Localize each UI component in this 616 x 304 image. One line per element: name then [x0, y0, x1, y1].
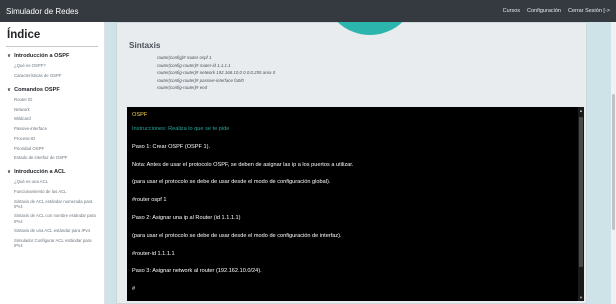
sidebar-item-simulador-acl[interactable]: Simulador Configurar ACL estándar para I…	[14, 236, 98, 251]
console-prompt[interactable]: #	[132, 281, 584, 299]
console-line: (para usar el protocolo se debe de usar …	[132, 179, 331, 186]
lesson-panel: Sintaxis router(config)# router ospf 1 r…	[116, 22, 587, 304]
console-line: #router-id 1.1.1.1	[132, 250, 175, 257]
console-line: Paso 1: Crear OSPF (OSPF 1).	[132, 143, 211, 150]
sidebar-item-estado-interfaz[interactable]: Estado de interfaz de OSPF	[14, 153, 98, 163]
app-title[interactable]: Simulador de Redes	[0, 7, 503, 16]
nav-cerrar-sesion[interactable]: Cerrar Sesión [->	[568, 8, 610, 14]
sidebar-item-passive-interface[interactable]: Passive-interface	[14, 124, 98, 134]
console-scrollbar[interactable]	[578, 107, 584, 301]
sidebar-item-process-id[interactable]: Process-ID	[14, 134, 98, 144]
code-line: router(config-router)# router-id 1.1.1.1	[157, 62, 231, 68]
scroll-down-arrow-icon[interactable]: ▼	[579, 295, 583, 300]
sidebar-item-router-id[interactable]: Router ID	[14, 95, 98, 105]
console-line: (para usar el protocolo se debe de usar …	[132, 232, 342, 239]
chevron-down-icon: ∨	[7, 53, 12, 59]
console-line: Paso 3: Asignar network al router (192.1…	[132, 268, 262, 275]
sintaxis-heading: Sintaxis	[129, 41, 161, 50]
sidebar-item-que-es-acl[interactable]: ¿Qué es una ACL	[14, 177, 98, 187]
top-navbar: Simulador de Redes Cursos Configuración …	[0, 0, 616, 22]
code-line: router(config)# router ospf 1	[157, 55, 212, 60]
sidebar-item-sintaxis-acl-nombre[interactable]: Sintaxis de ACL con nombre estándar para…	[14, 211, 98, 226]
console-line: Paso 2: Asignar una ip al Router (id 1.1…	[132, 214, 241, 221]
code-line: router(config-router)# end	[157, 85, 208, 91]
section-label: Introducción a ACL	[14, 168, 66, 175]
index-sidebar: Índice ∨ Introducción a OSPF ¿Qué es OSP…	[0, 22, 105, 304]
sidebar-title: Índice	[7, 29, 41, 41]
code-line: router(config-router)# passive-interface…	[157, 77, 244, 83]
main-content: Sintaxis router(config)# router ospf 1 r…	[105, 22, 616, 304]
top-nav-links: Cursos Configuración Cerrar Sesión [->	[503, 8, 616, 14]
section-intro-ospf[interactable]: ∨ Introducción a OSPF	[7, 53, 104, 59]
section-intro-acl[interactable]: ∨ Introducción a ACL	[7, 169, 104, 175]
console-line: #router ospf 1	[132, 197, 167, 204]
console-header: OSPF	[132, 112, 148, 118]
console-instructions: Instrucciones: Realiza lo que se te pide	[132, 126, 230, 132]
page-scrollbar-thumb[interactable]	[612, 94, 615, 230]
console-line: Nota: Antes de usar el protocolo OSPF, s…	[132, 161, 354, 168]
header-illustration	[323, 22, 417, 35]
sidebar-item-prioridad-ospf[interactable]: Prioridad OSPF	[14, 143, 98, 153]
code-line: router(config-router)# network 192.168.1…	[157, 70, 276, 76]
sidebar-item-que-es-ospf[interactable]: ¿Qué es OSPF?	[14, 61, 98, 71]
section-label: Introducción a OSPF	[14, 53, 70, 59]
sidebar-item-wildcard[interactable]: Wildcard	[14, 114, 98, 124]
nav-configuracion[interactable]: Configuración	[527, 8, 561, 14]
nav-cursos[interactable]: Cursos	[503, 8, 520, 14]
sidebar-item-caracteristicas-ospf[interactable]: Características de OSPF	[14, 71, 98, 81]
sidebar-divider	[6, 46, 98, 47]
syntax-code-block: router(config)# router ospf 1 router(con…	[157, 54, 275, 92]
section-comandos-ospf[interactable]: ∨ Comandos OSPF	[7, 87, 104, 93]
section-label: Comandos OSPF	[14, 86, 60, 93]
scroll-up-arrow-icon[interactable]: ▲	[579, 108, 583, 113]
terminal-console[interactable]: OSPF Instrucciones: Realiza lo que se te…	[127, 107, 584, 301]
sidebar-item-network[interactable]: Network	[14, 104, 98, 114]
sidebar-item-sintaxis-acl-estandar[interactable]: Sintaxis de una ACL estándar para IPv4	[14, 226, 98, 236]
page-scrollbar[interactable]	[611, 22, 616, 304]
console-scrollbar-thumb[interactable]	[579, 117, 583, 267]
sidebar-item-sintaxis-acl-numerada[interactable]: Sintaxis de ACL estándar numerada para I…	[14, 196, 98, 211]
sidebar-item-funcionamiento-acl[interactable]: Funcionamiento de las ACL	[14, 187, 98, 197]
chevron-down-icon: ∨	[7, 86, 12, 93]
chevron-down-icon: ∨	[7, 168, 12, 175]
